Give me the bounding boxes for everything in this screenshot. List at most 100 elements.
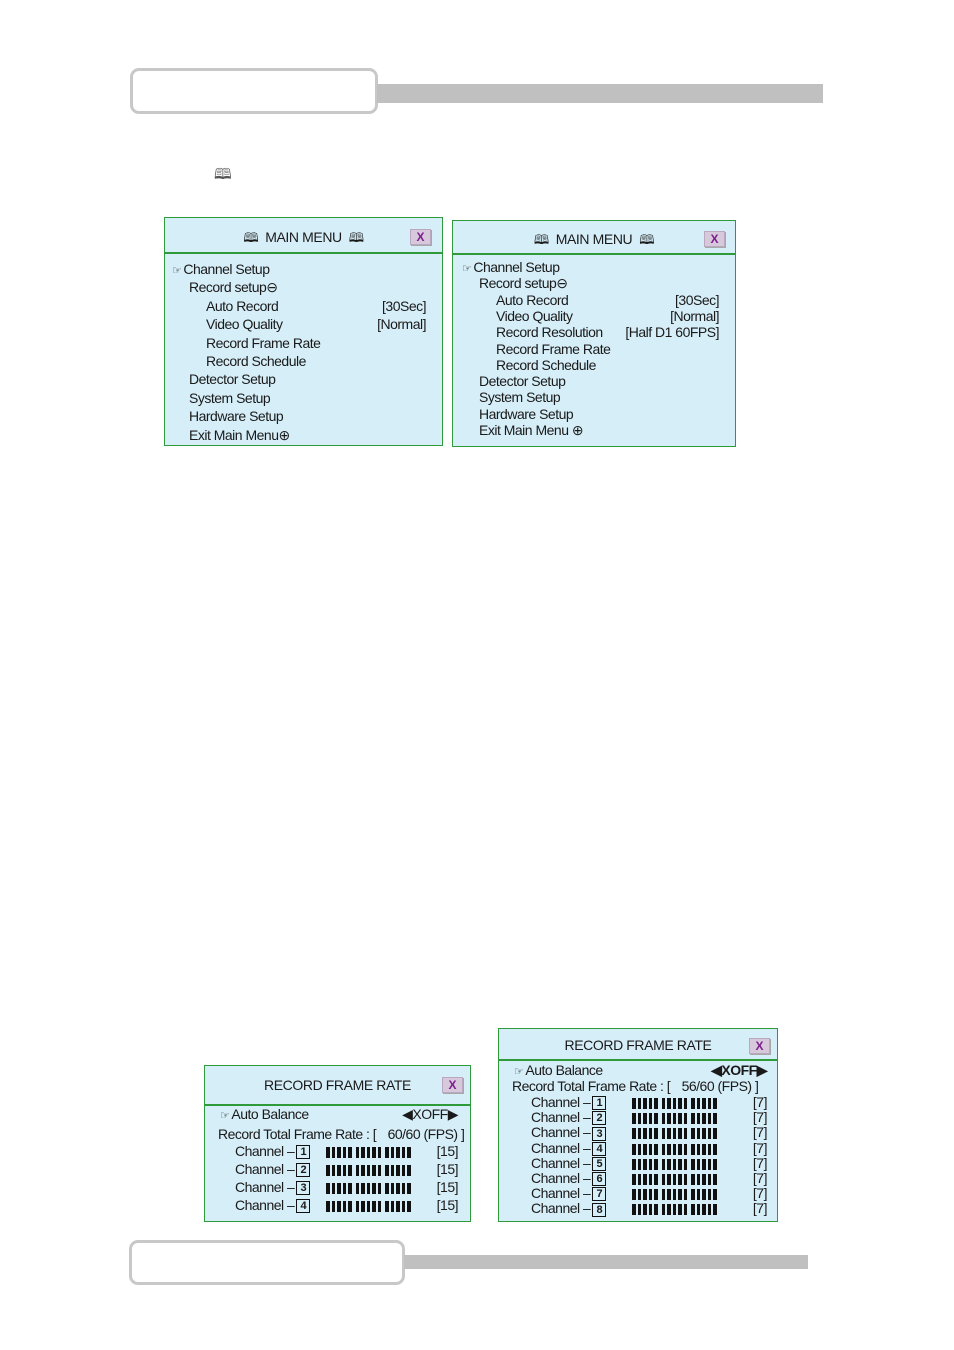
bar-segment [361,1147,365,1158]
bar-segment [366,1183,370,1194]
channel-row[interactable]: Channel –8 [531,1200,607,1217]
bar-segment [326,1147,330,1158]
channel-row[interactable]: Channel –4 [531,1140,607,1156]
menu-item[interactable]: System Setup [479,389,561,405]
menu-item-label: Hardware Setup [189,408,284,425]
bar-segment [377,1147,381,1158]
channel-frame-rate-bar[interactable] [632,1128,717,1140]
bar-segment [372,1147,376,1158]
channel-number-box: 3 [592,1126,607,1141]
auto-balance-row[interactable]: ☞ Auto Balance [514,1062,603,1078]
channel-number-box: 4 [592,1141,607,1156]
menu-item[interactable]: Record setup⊖ [189,279,278,296]
bar-segment [337,1147,341,1158]
close-button[interactable]: X [410,229,431,245]
menu-item-label: Record Schedule [206,353,306,369]
bar-segment [355,1183,359,1194]
menu-item[interactable]: ☞ Channel Setup [172,261,270,277]
menu-item[interactable]: Record Frame Rate [206,335,321,351]
channel-row[interactable]: Channel –7 [531,1185,607,1202]
channel-frame-rate-bar[interactable] [326,1201,411,1212]
menu-item[interactable]: Hardware Setup [479,406,574,422]
menu-item[interactable]: Detector Setup [479,373,566,389]
menu-item[interactable]: Record Frame Rate [496,341,611,357]
channel-row[interactable]: Channel –5 [531,1155,607,1172]
record-frame-rate-panel-4ch: RECORD FRAME RATE X ☞ Auto Balance ◀XOFF▶ R… [204,1065,471,1222]
menu-item-label: Auto Record [206,297,279,314]
channel-row[interactable]: Channel –3 [235,1179,311,1196]
close-button[interactable]: X [749,1038,770,1054]
menu-item[interactable]: Record Resolution [496,324,603,340]
bar-segment [678,1128,682,1140]
auto-balance-toggle[interactable]: ◀XOFF▶ [402,1106,458,1123]
bar-segment [667,1143,671,1155]
menu-item[interactable]: Hardware Setup [189,408,284,425]
bar-segment [385,1165,389,1176]
bar-segment [401,1183,405,1194]
main-menu-panel-a: 🕮 MAIN MENU 🕮 X ☞ Channel Setup Record set… [164,217,443,446]
channel-label: Channel – [531,1170,591,1186]
channel-frame-rate-value: [15] [436,1197,459,1213]
menu-item[interactable]: ☞ Channel Setup [462,259,560,275]
channel-frame-rate-value: [7] [752,1200,768,1217]
channel-row[interactable]: Channel –6 [531,1170,607,1187]
channel-frame-rate-value: [7] [752,1139,768,1156]
menu-item[interactable]: Record setup⊖ [479,275,568,292]
channel-row[interactable]: Channel –1 [531,1094,607,1111]
close-button[interactable]: X [442,1077,463,1093]
menu-item[interactable]: Exit Main Menu ⊕ [479,422,584,439]
channel-row[interactable]: Channel –3 [531,1124,607,1141]
channel-number-box: 5 [592,1157,607,1172]
menu-item[interactable]: Exit Main Menu⊕ [189,427,290,444]
bar-segment [342,1183,346,1194]
channel-row[interactable]: Channel –1 [235,1143,311,1160]
menu-item[interactable]: Video Quality [206,316,283,332]
bar-segment [707,1189,711,1201]
channel-frame-rate-bar[interactable] [326,1147,411,1158]
channel-row[interactable]: Channel –2 [531,1109,607,1126]
menu-item[interactable]: System Setup [189,390,271,406]
auto-balance-toggle[interactable]: ◀XOFF▶ [711,1062,767,1079]
menu-item-value: [Half D1 60FPS] [625,324,719,341]
channel-frame-rate-bar[interactable] [632,1204,717,1216]
channel-frame-rate-bar[interactable] [632,1158,717,1170]
bar-segment [331,1201,335,1212]
bar-segment [401,1201,405,1212]
channel-frame-rate-bar[interactable] [632,1143,717,1155]
channel-frame-rate-bar[interactable] [632,1174,717,1185]
bar-segment [713,1143,717,1155]
section-header-box [130,68,378,114]
bar-segment [637,1189,641,1201]
bar-segment [326,1165,330,1176]
menu-item[interactable]: Record Schedule [206,353,306,369]
bar-segment [678,1189,682,1201]
menu-item[interactable]: Record Schedule [496,357,596,373]
channel-frame-rate-bar[interactable] [632,1113,717,1125]
channel-row[interactable]: Channel –4 [235,1197,311,1214]
close-button[interactable]: X [704,231,725,247]
channel-frame-rate-bar[interactable] [326,1165,411,1176]
channel-frame-rate-bar[interactable] [326,1183,411,1194]
auto-balance-row[interactable]: ☞ Auto Balance [220,1106,309,1122]
bar-segment [707,1128,711,1140]
bar-segment [385,1147,389,1158]
bar-segment [667,1113,671,1125]
bar-segment [632,1143,636,1155]
bar-segment [683,1204,687,1216]
bar-segment [377,1201,381,1212]
menu-item[interactable]: Detector Setup [189,371,276,387]
menu-item-label: Video Quality [206,316,283,333]
bar-segment [637,1098,641,1109]
channel-label: Channel – [235,1161,295,1177]
menu-item[interactable]: Auto Record [206,297,279,314]
bar-segment [366,1147,370,1158]
channel-number-box: 8 [592,1202,607,1217]
menu-item-label: Video Quality [496,307,573,324]
channel-frame-rate-bar[interactable] [632,1098,717,1109]
menu-item[interactable]: Video Quality [496,308,573,324]
menu-item[interactable]: Auto Record [496,292,569,308]
channel-frame-rate-bar[interactable] [632,1189,717,1201]
auto-balance-label: Auto Balance [525,1062,603,1078]
channel-row[interactable]: Channel –2 [235,1161,311,1178]
channel-number-box: 3 [296,1181,311,1196]
